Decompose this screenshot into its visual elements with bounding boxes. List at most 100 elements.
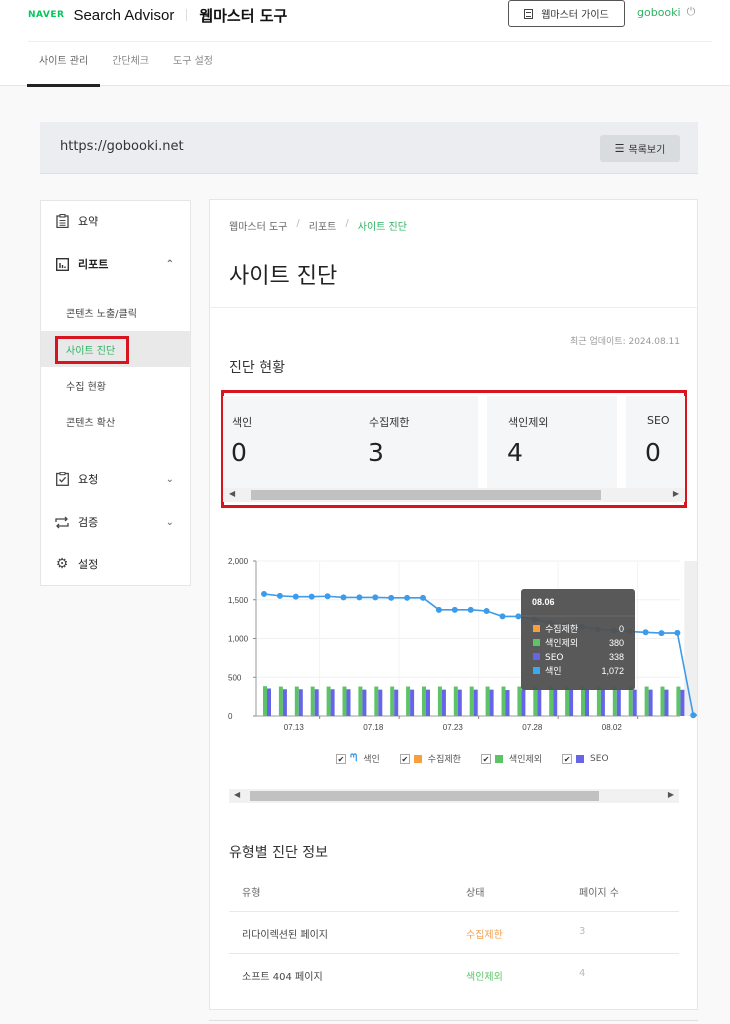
- point-indexed: [261, 590, 267, 597]
- scrollbar-thumb[interactable]: [251, 490, 601, 500]
- scroll-right-arrow[interactable]: ▶: [668, 790, 674, 799]
- bar-index-excluded: [374, 686, 379, 716]
- sidebar-sub-content-exposure[interactable]: 콘텐츠 노출/클릭: [41, 294, 190, 330]
- col-status: 상태: [466, 888, 485, 899]
- legend-crawl-limit[interactable]: ✔ 수집제한: [399, 752, 461, 765]
- brand[interactable]: NAVER Search Advisor 웹마스터 도구: [28, 4, 287, 26]
- checkbox-checked[interactable]: ✔: [562, 753, 573, 764]
- scroll-left-arrow[interactable]: ◀: [229, 489, 235, 498]
- legend-label: 색인: [363, 755, 380, 765]
- point-indexed: [388, 594, 395, 601]
- legend-index-excluded[interactable]: ✔ 색인제외: [480, 752, 543, 765]
- sidebar-item-report[interactable]: 리포트 ⌃: [41, 246, 190, 282]
- naver-logo: NAVER: [28, 10, 65, 20]
- card-label: 색인: [232, 416, 253, 429]
- chart-scrollbar[interactable]: ◀ ▶: [229, 789, 679, 803]
- clipboard-icon: [55, 214, 69, 228]
- point-indexed: [467, 606, 474, 613]
- sidebar-item-request[interactable]: 요청 ⌄: [41, 461, 190, 497]
- user-menu[interactable]: gobooki ⏻: [637, 5, 695, 19]
- y-tick-label: 1,000: [228, 635, 249, 644]
- breadcrumb-report[interactable]: 리포트: [309, 218, 337, 233]
- breadcrumb-current: 사이트 진단: [357, 222, 407, 233]
- point-indexed: [276, 592, 283, 599]
- list-view-button[interactable]: ☰ 목록보기: [600, 135, 680, 162]
- col-page-count: 페이지 수: [579, 888, 619, 899]
- power-icon[interactable]: ⏻: [687, 5, 696, 19]
- tab-quick-check[interactable]: 간단체크: [100, 42, 161, 86]
- bar-seo: [553, 689, 558, 716]
- site-url: https://gobooki.net: [60, 139, 184, 154]
- y-tick-label: 1,500: [228, 596, 249, 605]
- bar-index-excluded: [437, 686, 442, 716]
- chart-tooltip: 08.06 수집제한 0 색인제외 380 SEO 338 색인 1,072: [521, 589, 635, 690]
- tooltip-date: 08.06: [532, 597, 555, 607]
- cards-scrollbar[interactable]: ◀ ▶: [223, 488, 685, 502]
- tooltip-swatch: [533, 653, 540, 660]
- main-nav: 사이트 관리 간단체크 도구 설정: [27, 42, 225, 87]
- bar-index-excluded: [278, 686, 283, 716]
- point-indexed: [690, 712, 697, 719]
- legend-label: 색인제외: [508, 755, 543, 765]
- checkbox-checked[interactable]: ✔: [336, 753, 346, 764]
- checkbox-checked[interactable]: ✔: [480, 753, 491, 764]
- section-divider: [210, 307, 697, 308]
- username[interactable]: gobooki: [637, 6, 681, 19]
- breadcrumb-separator: /: [345, 218, 349, 229]
- point-indexed: [451, 606, 458, 613]
- scrollbar-thumb[interactable]: [250, 791, 599, 801]
- bar-index-excluded: [263, 686, 267, 716]
- point-indexed: [674, 629, 681, 636]
- webmaster-guide-button[interactable]: 웹마스터 가이드: [508, 0, 625, 27]
- legend-indexed[interactable]: ✔ ᘉ 색인: [336, 752, 380, 765]
- sidebar-sub-content-spread[interactable]: 콘텐츠 확산: [41, 403, 190, 439]
- sidebar-item-settings[interactable]: ⚙ 설정: [41, 546, 190, 582]
- sidebar-sub-crawl-status[interactable]: 수집 현황: [41, 367, 190, 403]
- checkbox-checked[interactable]: ✔: [399, 753, 410, 764]
- bar-index-excluded: [612, 686, 617, 716]
- bar-index-excluded: [469, 686, 474, 716]
- bar-seo: [267, 688, 271, 716]
- diagnosis-chart: 0 500 1,000 1,500 2,000 07.13 07.18 07.23 07.28 0…: [228, 557, 697, 732]
- bar-seo: [585, 689, 589, 716]
- legend-seo[interactable]: ✔ SEO: [562, 752, 609, 765]
- card-indexed[interactable]: 색인 0: [223, 396, 349, 488]
- row-count: 3: [579, 926, 586, 937]
- breadcrumb-webmaster[interactable]: 웹마스터 도구: [229, 218, 287, 233]
- last-updated: 최근 업데이트: 2024.08.11: [570, 337, 680, 347]
- bar-seo: [346, 689, 351, 716]
- bar-index-excluded: [310, 686, 315, 716]
- table-header: 유형 상태 페이지 수: [229, 872, 679, 912]
- diagnosis-table: 유형 상태 페이지 수 리다이렉션된 페이지 수집제한 3 소프트 404 페이…: [229, 872, 679, 996]
- tab-tool-settings[interactable]: 도구 설정: [161, 42, 225, 86]
- tab-site-management[interactable]: 사이트 관리: [27, 42, 101, 87]
- table-row[interactable]: 소프트 404 페이지 색인제외 4: [229, 954, 679, 996]
- scroll-right-arrow[interactable]: ▶: [673, 489, 679, 498]
- main-panel: 웹마스터 도구 / 리포트 / 사이트 진단 사이트 진단 최근 업데이트: 2…: [209, 199, 698, 1010]
- card-index-excluded[interactable]: 색인제외 4: [487, 396, 617, 488]
- chart-legend: ✔ ᘉ 색인 ✔ 수집제한 ✔ 색인제외 ✔ SEO: [336, 752, 629, 765]
- card-seo[interactable]: SEO 0: [626, 396, 685, 488]
- bar-index-excluded: [406, 686, 411, 716]
- card-crawl-limit[interactable]: 수집제한 3: [348, 396, 478, 488]
- bar-seo: [473, 689, 478, 716]
- breadcrumb-separator: /: [296, 218, 300, 229]
- bar-index-excluded: [596, 686, 601, 716]
- row-type: 소프트 404 페이지: [242, 972, 323, 983]
- bar-index-excluded: [342, 686, 347, 716]
- scroll-left-arrow[interactable]: ◀: [234, 790, 240, 799]
- sidebar-item-verify[interactable]: 검증 ⌄: [41, 504, 190, 540]
- sidebar-item-label: 설정: [78, 558, 99, 571]
- card-value: 4: [507, 438, 523, 467]
- point-indexed: [515, 613, 522, 620]
- table-row[interactable]: 리다이렉션된 페이지 수집제한 3: [229, 912, 679, 954]
- bar-seo: [632, 689, 637, 716]
- sidebar-item-summary[interactable]: 요약: [41, 203, 190, 239]
- bar-seo: [569, 689, 574, 716]
- point-indexed: [308, 593, 315, 600]
- y-tick-label: 2,000: [228, 557, 249, 566]
- bar-seo: [394, 689, 399, 716]
- next-panel-edge: [209, 1020, 698, 1024]
- x-tick-label: 07.18: [363, 723, 384, 732]
- y-tick-label: 500: [228, 673, 242, 682]
